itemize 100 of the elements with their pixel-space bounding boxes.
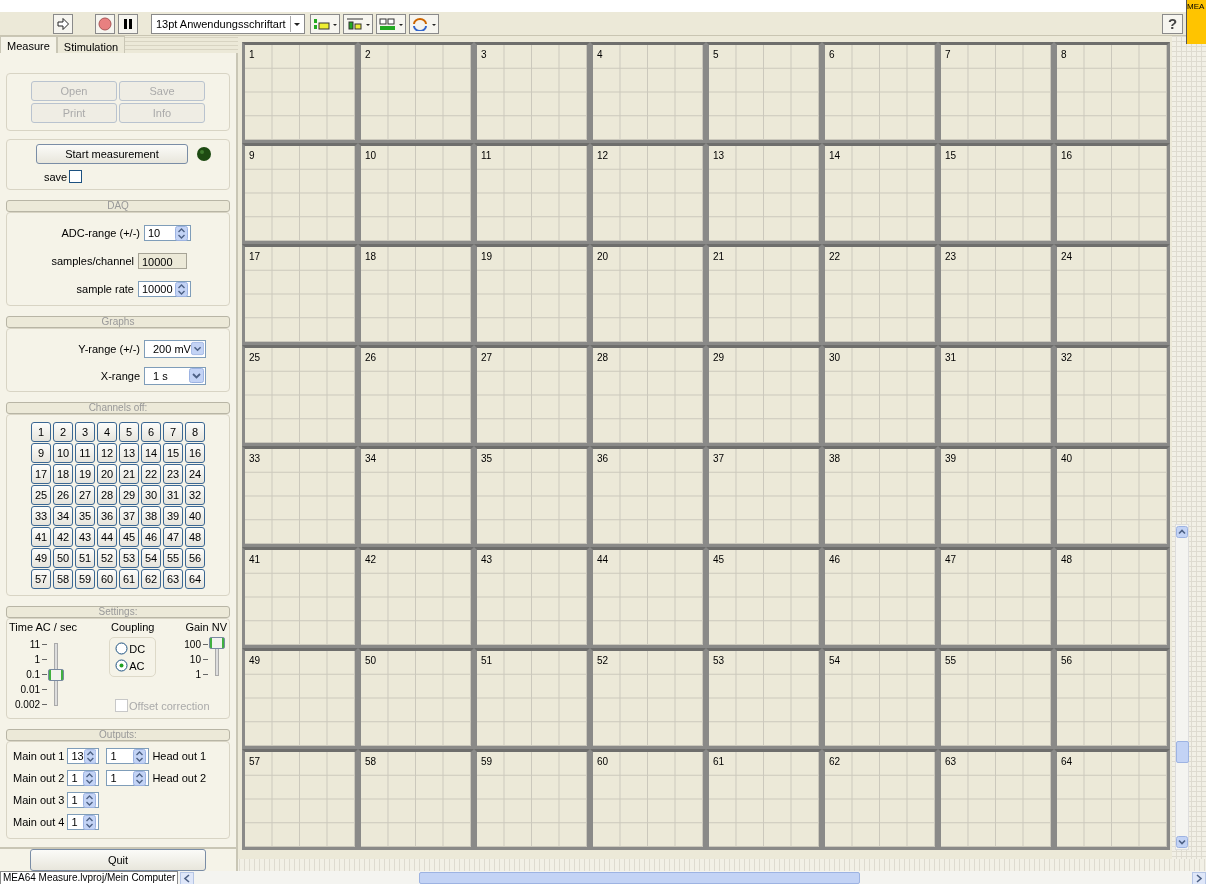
tab[interactable]: Stimulation [56,36,126,53]
channel-toggle[interactable]: 32 [185,485,205,505]
channel-toggle[interactable]: 36 [97,506,117,526]
radio-button[interactable] [115,642,129,655]
spin-arrows-icon [83,770,97,786]
channel-toggle[interactable]: 26 [53,485,73,505]
help-button[interactable]: ? [1162,13,1183,34]
scroll-thumb[interactable] [419,872,860,884]
number-spinner[interactable]: 10 [144,225,191,241]
channel-toggle[interactable]: 61 [119,569,139,589]
graph-label: 64 [1061,756,1073,767]
channel-toggle[interactable]: 22 [141,464,161,484]
channel-toggle[interactable]: 1 [31,422,51,442]
slider-thumb[interactable] [48,668,65,681]
range-dropdown[interactable]: 200 mV [144,339,206,358]
start-button[interactable]: Start measurement [36,144,188,164]
channel-toggle[interactable]: 30 [141,485,161,505]
channel-toggle[interactable]: 10 [53,443,73,463]
channel-toggle[interactable]: 60 [97,569,117,589]
channel-toggle[interactable]: 50 [53,548,73,568]
channel-toggle[interactable]: 24 [185,464,205,484]
channel-toggle[interactable]: 49 [31,548,51,568]
channel-toggle[interactable]: 35 [75,506,95,526]
number-spinner[interactable]: 1 [67,792,100,808]
number-spinner[interactable]: 13 [67,748,100,764]
reorder-button[interactable] [408,13,439,34]
channel-toggle[interactable]: 23 [163,464,183,484]
channel-toggle[interactable]: 40 [185,506,205,526]
radio-button[interactable] [115,659,129,672]
channel-toggle[interactable]: 38 [141,506,161,526]
number-spinner[interactable]: 1 [67,770,100,786]
pause-button[interactable] [118,13,138,34]
channel-toggle[interactable]: 39 [163,506,183,526]
channel-toggle[interactable]: 28 [97,485,117,505]
channel-toggle[interactable]: 15 [163,443,183,463]
channel-toggle[interactable]: 17 [31,464,51,484]
stop-button[interactable] [95,13,115,34]
channel-toggle[interactable]: 58 [53,569,73,589]
resize-button[interactable] [375,13,406,34]
vertical-scrollbar[interactable] [1175,524,1189,850]
channel-toggle[interactable]: 7 [163,422,183,442]
run-button[interactable] [53,13,73,34]
channel-toggle[interactable]: 48 [185,527,205,547]
channel-toggle[interactable]: 53 [119,548,139,568]
channel-toggle[interactable]: 44 [97,527,117,547]
channel-toggle[interactable]: 13 [119,443,139,463]
number-spinner[interactable]: 1 [106,748,150,764]
scroll-right-button[interactable] [1192,871,1206,884]
channel-toggle[interactable]: 33 [31,506,51,526]
channel-toggle[interactable]: 21 [119,464,139,484]
quit-button[interactable]: Quit [30,849,206,871]
channel-toggle[interactable]: 25 [31,485,51,505]
channel-toggle[interactable]: 4 [97,422,117,442]
channel-toggle[interactable]: 20 [97,464,117,484]
channel-toggle[interactable]: 43 [75,527,95,547]
channel-toggle[interactable]: 62 [141,569,161,589]
channel-toggle[interactable]: 3 [75,422,95,442]
tab[interactable]: Measure [0,36,57,53]
channel-toggle[interactable]: 56 [185,548,205,568]
distribute-button[interactable] [342,13,373,34]
channel-toggle[interactable]: 34 [53,506,73,526]
number-spinner[interactable]: 1 [67,814,100,830]
channel-toggle[interactable]: 8 [185,422,205,442]
channel-toggle[interactable]: 59 [75,569,95,589]
channel-toggle[interactable]: 64 [185,569,205,589]
channel-toggle[interactable]: 9 [31,443,51,463]
slider-thumb[interactable] [209,637,225,649]
scroll-left-button[interactable] [180,871,195,884]
channel-toggle[interactable]: 63 [163,569,183,589]
channel-toggle[interactable]: 14 [141,443,161,463]
channel-toggle[interactable]: 45 [119,527,139,547]
channel-toggle[interactable]: 55 [163,548,183,568]
channel-toggle[interactable]: 31 [163,485,183,505]
channel-toggle[interactable]: 47 [163,527,183,547]
channel-toggle[interactable]: 12 [97,443,117,463]
channel-toggle[interactable]: 16 [185,443,205,463]
channel-toggle[interactable]: 2 [53,422,73,442]
channel-toggle[interactable]: 46 [141,527,161,547]
channel-toggle[interactable]: 54 [141,548,161,568]
channel-toggle[interactable]: 11 [75,443,95,463]
number-spinner[interactable]: 10000 [138,281,191,297]
channel-toggle[interactable]: 18 [53,464,73,484]
save-checkbox[interactable] [69,170,83,183]
range-dropdown[interactable]: 1 s [144,366,206,385]
channel-toggle[interactable]: 5 [119,422,139,442]
channel-toggle[interactable]: 52 [97,548,117,568]
channel-toggle[interactable]: 6 [141,422,161,442]
font-dropdown[interactable]: 13pt Anwendungsschriftart [151,13,305,34]
scroll-thumb[interactable] [1175,741,1189,763]
channel-toggle[interactable]: 42 [53,527,73,547]
channel-toggle[interactable]: 19 [75,464,95,484]
coupling-label: Coupling [110,621,155,633]
align-button[interactable] [309,13,340,34]
channel-toggle[interactable]: 29 [119,485,139,505]
channel-toggle[interactable]: 41 [31,527,51,547]
channel-toggle[interactable]: 27 [75,485,95,505]
channel-toggle[interactable]: 51 [75,548,95,568]
channel-toggle[interactable]: 57 [31,569,51,589]
number-spinner[interactable]: 1 [106,770,150,786]
channel-toggle[interactable]: 37 [119,506,139,526]
